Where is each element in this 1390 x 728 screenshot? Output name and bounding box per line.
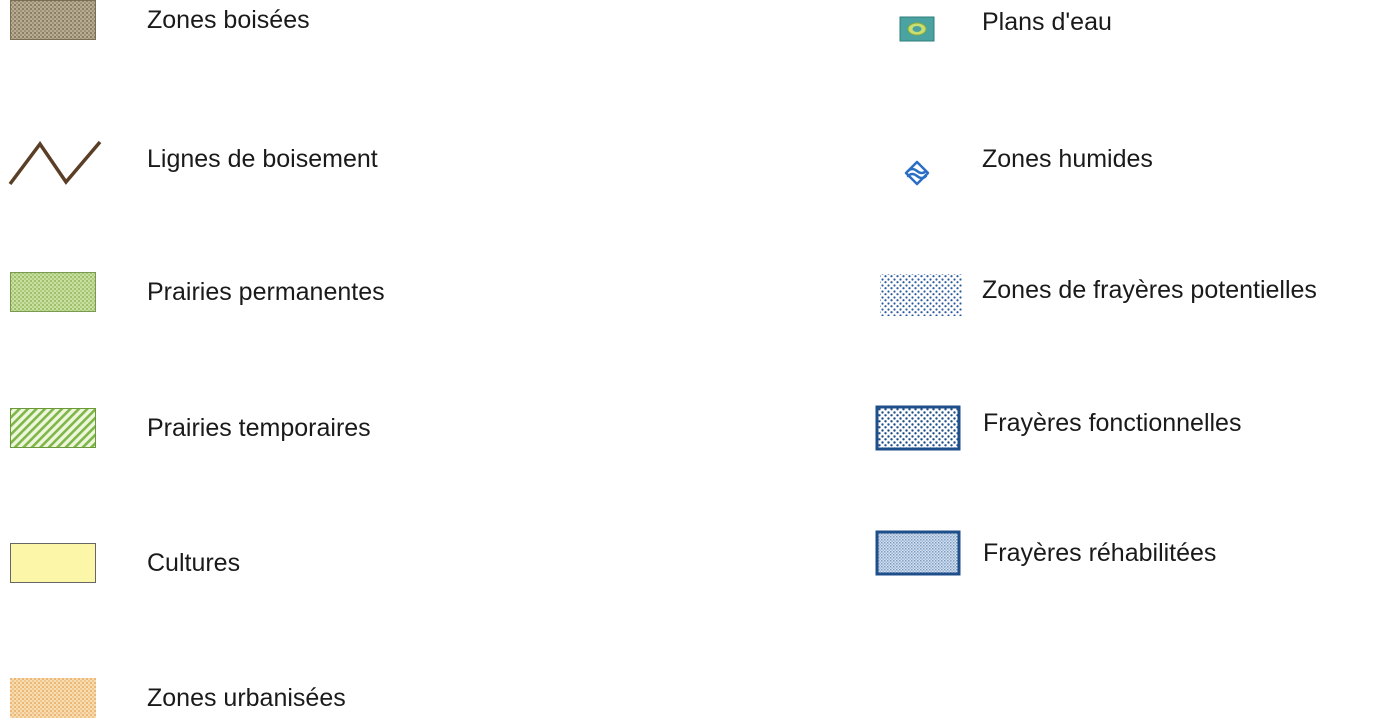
legend-label: Zones urbanisées: [147, 684, 346, 712]
legend-label: Plans d'eau: [982, 8, 1112, 36]
legend-label: Zones humides: [982, 145, 1153, 173]
pond-icon: [899, 16, 935, 42]
woodland-swatch-icon: [10, 0, 96, 40]
potential-spawning-swatch-icon: [880, 274, 962, 316]
crops-swatch-icon: [10, 543, 96, 583]
legend-label: Zones boisées: [147, 6, 310, 34]
legend-label: Frayères fonctionnelles: [983, 409, 1242, 437]
legend-label: Zones de frayères potentielles: [982, 276, 1317, 304]
legend-label: Frayères réhabilitées: [983, 539, 1217, 567]
permanent-meadow-swatch-icon: [10, 272, 96, 312]
functional-spawning-swatch-icon: [875, 405, 961, 451]
urban-swatch-icon: [10, 678, 96, 718]
legend-label: Lignes de boisement: [147, 145, 378, 173]
zigzag-line-icon: [8, 140, 102, 186]
rehabilitated-spawning-swatch-icon: [875, 530, 961, 576]
legend-label: Prairies permanentes: [147, 278, 385, 306]
legend-label: Prairies temporaires: [147, 414, 371, 442]
temporary-meadow-swatch-icon: [10, 408, 96, 448]
legend-label: Cultures: [147, 549, 241, 577]
wetland-icon: [904, 160, 930, 186]
